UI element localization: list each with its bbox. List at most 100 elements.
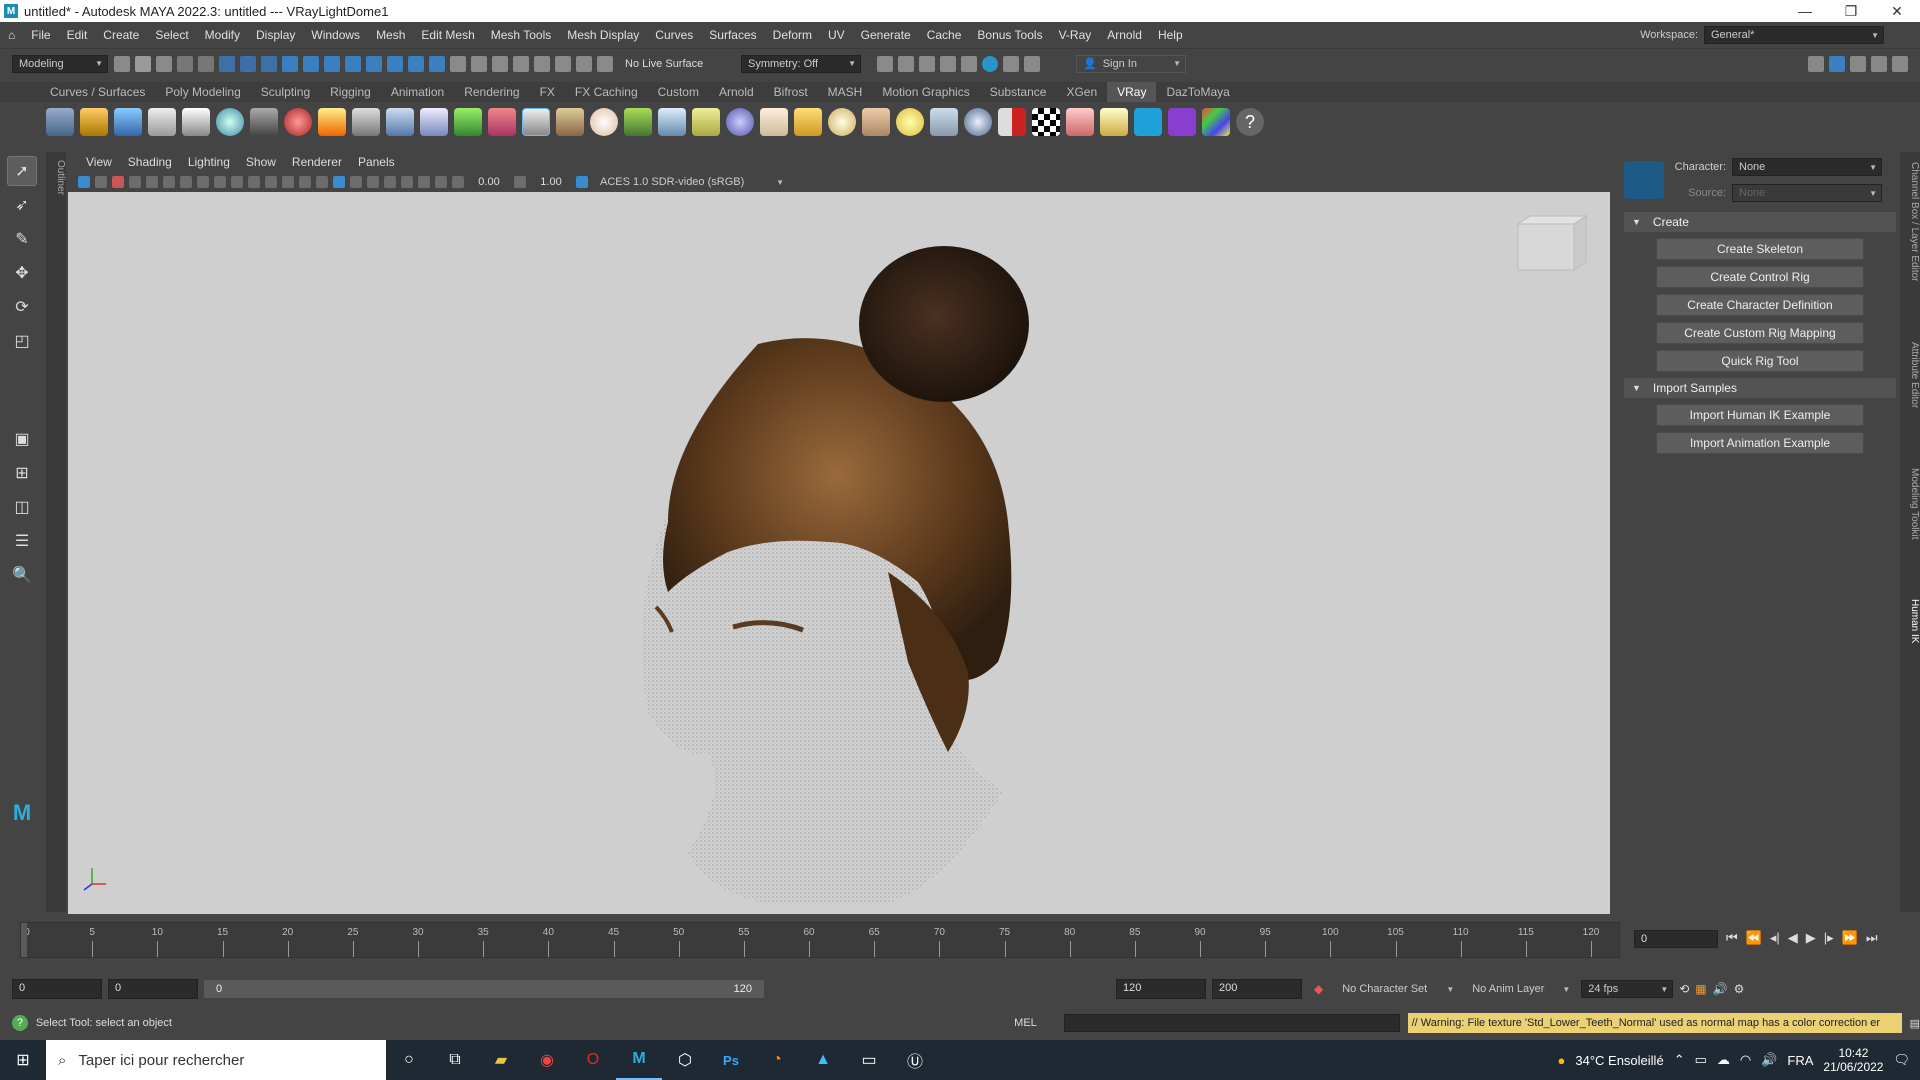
lasso-tool-icon[interactable]: ➶: [7, 190, 37, 220]
toggle-channel-box-icon[interactable]: [1892, 55, 1908, 72]
search-icon[interactable]: 🔍: [7, 560, 37, 590]
depth-of-field-icon[interactable]: [401, 176, 413, 188]
unreal-icon[interactable]: Ⓤ: [892, 1040, 938, 1080]
vray-frame-buffer-icon[interactable]: [114, 108, 142, 136]
pause-icon[interactable]: [1024, 55, 1040, 72]
menu-bonus-tools[interactable]: Bonus Tools: [969, 28, 1050, 42]
character-set-dropdown[interactable]: No Character Set: [1335, 980, 1460, 998]
textured-icon[interactable]: [265, 176, 277, 188]
menu-mesh-display[interactable]: Mesh Display: [559, 28, 647, 42]
vray-clipper-icon[interactable]: [488, 108, 516, 136]
snap-point-icon[interactable]: [324, 55, 340, 72]
shelf-tab-bifrost[interactable]: Bifrost: [764, 82, 818, 102]
open-scene-icon[interactable]: [135, 55, 151, 72]
menu-file[interactable]: File: [23, 28, 58, 42]
weather-icon[interactable]: ●: [1558, 1053, 1566, 1068]
vray-settings-icon[interactable]: [46, 108, 74, 136]
quick-rig-tool-button[interactable]: Quick Rig Tool: [1656, 350, 1864, 372]
chrome-icon[interactable]: ◉: [524, 1040, 570, 1080]
playback-start-field[interactable]: 0: [108, 979, 198, 999]
grid-icon[interactable]: [214, 176, 226, 188]
shelf-tab-rigging[interactable]: Rigging: [320, 82, 381, 102]
shelf-tab-curves-surfaces[interactable]: Curves / Surfaces: [40, 82, 155, 102]
vray-blend-material-icon[interactable]: [284, 108, 312, 136]
cortana-icon[interactable]: ○: [386, 1040, 432, 1080]
go-to-start-icon[interactable]: ⏮: [1726, 930, 1738, 946]
tab-human-ik[interactable]: Human IK: [1900, 599, 1920, 643]
create-custom-rig-mapping-button[interactable]: Create Custom Rig Mapping: [1656, 322, 1864, 344]
tray-chevron-icon[interactable]: ⌃: [1674, 1052, 1685, 1068]
opera-icon[interactable]: O: [570, 1040, 616, 1080]
menu-deform[interactable]: Deform: [765, 28, 820, 42]
view-transform-dropdown[interactable]: ACES 1.0 SDR-video (sRGB): [593, 173, 789, 191]
snap-surface-icon[interactable]: [366, 55, 382, 72]
animation-prefs-icon[interactable]: ⚙: [1734, 982, 1745, 996]
loop-icon[interactable]: [555, 55, 571, 72]
snap-grid-icon[interactable]: [282, 55, 298, 72]
vray-camera-icon[interactable]: [250, 108, 278, 136]
hypershade-icon[interactable]: [982, 55, 998, 72]
import-human-ik-example-button[interactable]: Import Human IK Example: [1656, 404, 1864, 426]
sound-icon[interactable]: 🔊: [1713, 982, 1728, 996]
taskbar-search[interactable]: ⌕ Taper ici pour rechercher: [46, 1040, 386, 1080]
exposure-value[interactable]: 0.00: [469, 176, 509, 188]
play-backwards-icon[interactable]: ◀: [1788, 930, 1798, 946]
language-indicator[interactable]: FRA: [1787, 1053, 1813, 1068]
workspace-dropdown[interactable]: General*: [1704, 26, 1884, 44]
create-skeleton-button[interactable]: Create Skeleton: [1656, 238, 1864, 260]
shelf-tab-sculpting[interactable]: Sculpting: [251, 82, 320, 102]
menu-vray[interactable]: V-Ray: [1051, 28, 1100, 42]
scale-tool-icon[interactable]: ◰: [7, 326, 37, 356]
current-frame-field[interactable]: 0: [1634, 930, 1718, 948]
anti-alias-icon[interactable]: [384, 176, 396, 188]
panel-menu-panels[interactable]: Panels: [350, 155, 403, 169]
snap-plane-icon[interactable]: [408, 55, 424, 72]
vray-globe-icon[interactable]: [590, 108, 618, 136]
vray-render-icon[interactable]: [1003, 55, 1019, 72]
cloud-icon[interactable]: ☁: [1717, 1052, 1730, 1068]
vray-spot-light-icon[interactable]: [794, 108, 822, 136]
menu-edit[interactable]: Edit: [59, 28, 96, 42]
select-hierarchy-icon[interactable]: [219, 55, 235, 72]
exposure-icon[interactable]: [452, 176, 464, 188]
vray-dome-light-icon[interactable]: [522, 108, 550, 136]
section-create[interactable]: Create: [1624, 212, 1896, 232]
vray-texture-icon[interactable]: [556, 108, 584, 136]
vray-split-material-icon[interactable]: [998, 108, 1026, 136]
menu-windows[interactable]: Windows: [303, 28, 368, 42]
color-management-icon[interactable]: [576, 176, 588, 188]
playback-end-field[interactable]: 120: [1116, 979, 1206, 999]
bookmark-icon[interactable]: [95, 176, 107, 188]
shelf-tab-mash[interactable]: MASH: [818, 82, 873, 102]
viewport-3d[interactable]: [68, 192, 1610, 914]
anim-layer-dropdown[interactable]: No Anim Layer: [1465, 980, 1576, 998]
maya-taskbar-icon[interactable]: M: [616, 1040, 662, 1080]
view-cube-icon[interactable]: [1516, 215, 1588, 271]
photos-icon[interactable]: ▲: [800, 1040, 846, 1080]
magnet-icon[interactable]: [534, 55, 550, 72]
vray-grass-icon[interactable]: [624, 108, 652, 136]
vray-spline-icon[interactable]: [692, 108, 720, 136]
film-gate-icon[interactable]: [129, 176, 141, 188]
new-scene-icon[interactable]: [114, 55, 130, 72]
create-character-definition-button[interactable]: Create Character Definition: [1656, 294, 1864, 316]
menu-edit-mesh[interactable]: Edit Mesh: [413, 28, 482, 42]
outliner-tab[interactable]: Outliner: [46, 152, 66, 912]
vray-omni-light-icon[interactable]: [828, 108, 856, 136]
vray-ies-light-icon[interactable]: [862, 108, 890, 136]
move-tool-icon[interactable]: ✥: [7, 258, 37, 288]
lights-icon[interactable]: [282, 176, 294, 188]
script-language[interactable]: MEL: [1014, 1017, 1063, 1029]
snap-vertex-icon[interactable]: [387, 55, 403, 72]
file-explorer-icon[interactable]: ▰: [478, 1040, 524, 1080]
image-plane-icon[interactable]: [112, 176, 124, 188]
vray-proxy-icon[interactable]: [352, 108, 380, 136]
single-view-icon[interactable]: ▣: [7, 424, 37, 454]
camera-attributes-icon[interactable]: [78, 176, 90, 188]
toggle-layout-icon[interactable]: [1808, 55, 1824, 72]
four-view-icon[interactable]: ⊞: [7, 458, 37, 488]
construction-history-icon[interactable]: [492, 55, 508, 72]
toggle-sidebar-icon[interactable]: [1829, 55, 1845, 72]
clock-time[interactable]: 10:42: [1838, 1046, 1868, 1060]
create-control-rig-button[interactable]: Create Control Rig: [1656, 266, 1864, 288]
